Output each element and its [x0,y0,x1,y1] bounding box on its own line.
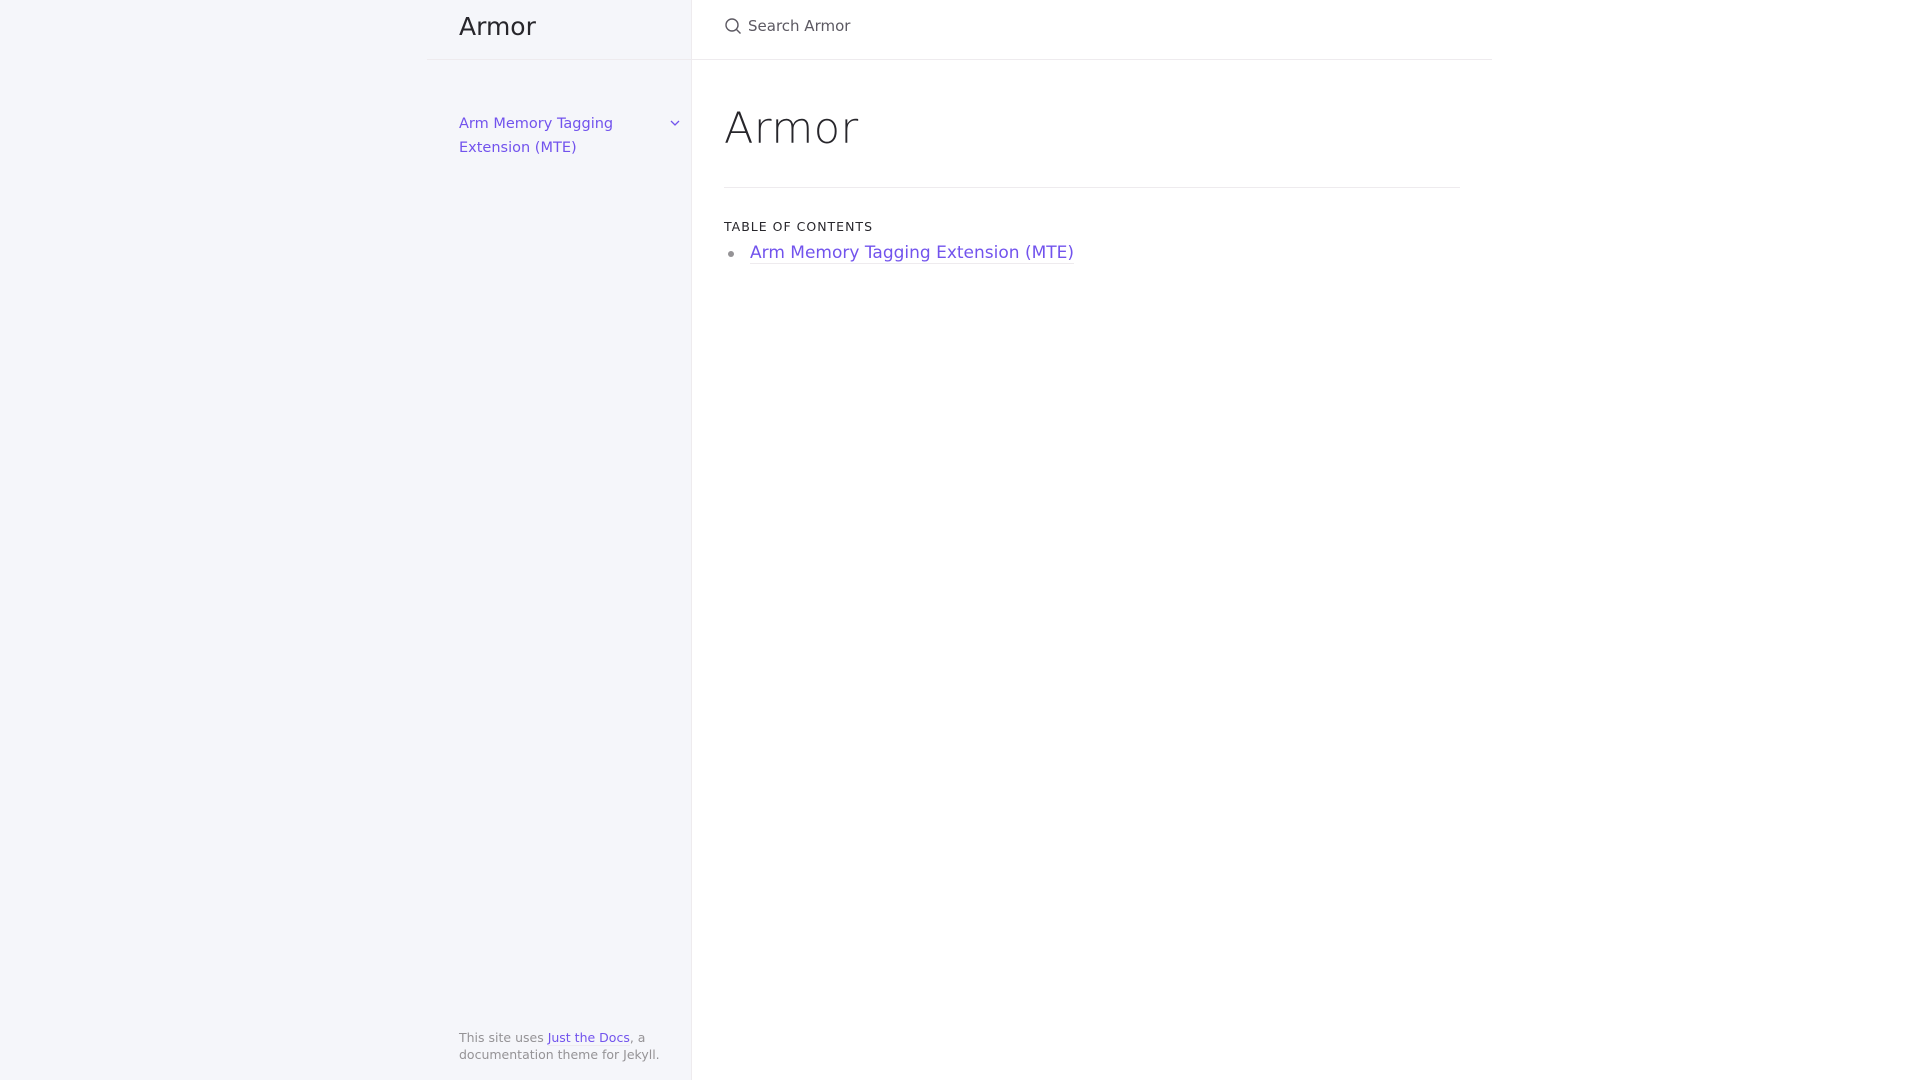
chevron-down-icon[interactable] [668,116,682,130]
toc-list-item: Arm Memory Tagging Extension (MTE) [728,243,1075,264]
just-the-docs-link[interactable]: Just the Docs [547,1030,630,1046]
title-divider [724,187,1460,188]
toc-heading: TABLE OF CONTENTS [724,219,874,234]
footer-prefix: This site uses [459,1030,548,1045]
bullet-icon [728,250,734,257]
search-input[interactable] [748,17,1148,35]
header-divider [427,59,1492,60]
sidebar-item-mte[interactable]: Arm Memory Tagging Extension (MTE) [459,112,679,160]
search-icon [725,18,741,34]
site-title-link[interactable]: Armor [459,12,536,41]
sidebar [0,0,692,1080]
toc-link-mte[interactable]: Arm Memory Tagging Extension (MTE) [750,243,1075,264]
sidebar-footer: This site uses Just the Docs, a document… [459,1029,679,1063]
page-title: Armor [724,104,859,154]
search-bar [724,17,1148,35]
